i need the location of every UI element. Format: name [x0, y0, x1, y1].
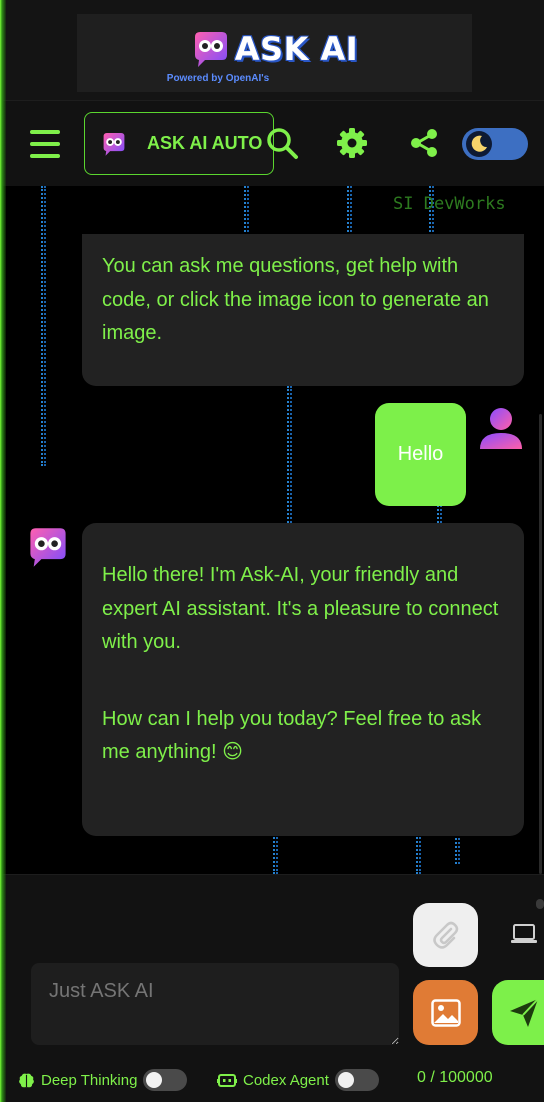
send-button[interactable]: [492, 980, 544, 1045]
brand-subtitle: Powered by OpenAI's: [166, 73, 270, 84]
user-message: Hello: [375, 403, 466, 506]
scroll-indicator: [536, 899, 544, 909]
matrix-rain: [416, 834, 421, 874]
char-counter: 0 / 100000: [417, 1069, 493, 1086]
moon-icon: [471, 135, 487, 152]
user-avatar-icon: [480, 408, 522, 449]
message-input[interactable]: [31, 963, 399, 1045]
image-icon: [430, 998, 461, 1027]
search-button[interactable]: [264, 125, 300, 161]
mode-selector[interactable]: ASK AI AUTO: [84, 112, 274, 175]
menu-icon-bar: [30, 142, 60, 146]
message-paragraph: Hello there! I'm Ask-AI, your friendly a…: [102, 564, 499, 653]
theme-toggle[interactable]: [462, 128, 528, 160]
mode-label: ASK AI AUTO: [147, 133, 263, 153]
message-paragraph: How can I help you today? Feel free to a…: [102, 707, 482, 764]
matrix-rain: [347, 186, 352, 236]
toggle-knob: [466, 131, 492, 157]
paperclip-icon: [432, 921, 458, 949]
neon-edge: [0, 0, 6, 1102]
bot-avatar-icon: [30, 528, 66, 567]
brain-icon: [19, 1073, 34, 1087]
matrix-rain: [41, 186, 46, 466]
codex-agent-toggle[interactable]: [334, 1069, 379, 1091]
codex-agent-control: Codex Agent: [217, 1069, 379, 1091]
deep-thinking-toggle[interactable]: [143, 1069, 188, 1091]
laptop-icon: [511, 924, 537, 943]
laptop-button[interactable]: [506, 917, 542, 951]
deep-thinking-label: Deep Thinking: [41, 1071, 138, 1089]
deep-thinking-control: Deep Thinking: [18, 1069, 188, 1091]
matrix-rain: [273, 834, 278, 874]
header: ASK AI Powered by OpenAI's: [0, 0, 544, 100]
gear-icon: [337, 128, 367, 158]
assistant-message: You can ask me questions, get help with …: [82, 234, 524, 386]
assistant-message: Hello there! I'm Ask-AI, your friendly a…: [82, 523, 524, 836]
watermark-text: SI DevWorks: [393, 194, 506, 214]
composer-footer: Deep Thinking Codex Agent 0 / 100000: [0, 1065, 544, 1093]
bot-logo-icon: [194, 32, 227, 67]
message-text: Hello: [397, 443, 444, 465]
matrix-rain: [244, 186, 249, 236]
brand-title: ASK AI: [234, 30, 359, 68]
codex-agent-label: Codex Agent: [243, 1071, 329, 1089]
share-button[interactable]: [406, 125, 442, 161]
search-icon: [267, 128, 298, 159]
send-icon: [510, 997, 539, 1027]
brand-banner: ASK AI Powered by OpenAI's: [77, 14, 472, 92]
message-text: You can ask me questions, get help with …: [102, 255, 489, 344]
share-icon: [411, 129, 437, 157]
menu-button[interactable]: [28, 127, 62, 161]
composer-panel: Deep Thinking Codex Agent 0 / 100000: [0, 874, 544, 1102]
scrollbar[interactable]: [539, 414, 542, 874]
settings-button[interactable]: [334, 125, 370, 161]
menu-icon-bar: [30, 154, 60, 158]
attach-button[interactable]: [413, 903, 478, 967]
menu-icon-bar: [30, 130, 60, 134]
bot-avatar-icon: [103, 132, 125, 156]
robot-icon: [217, 1073, 237, 1087]
image-button[interactable]: [413, 980, 478, 1045]
matrix-rain: [287, 386, 292, 526]
top-nav: ASK AI AUTO: [0, 100, 544, 186]
chat-area[interactable]: SI DevWorks You can ask me questions, ge…: [0, 186, 544, 874]
matrix-rain: [455, 834, 460, 864]
